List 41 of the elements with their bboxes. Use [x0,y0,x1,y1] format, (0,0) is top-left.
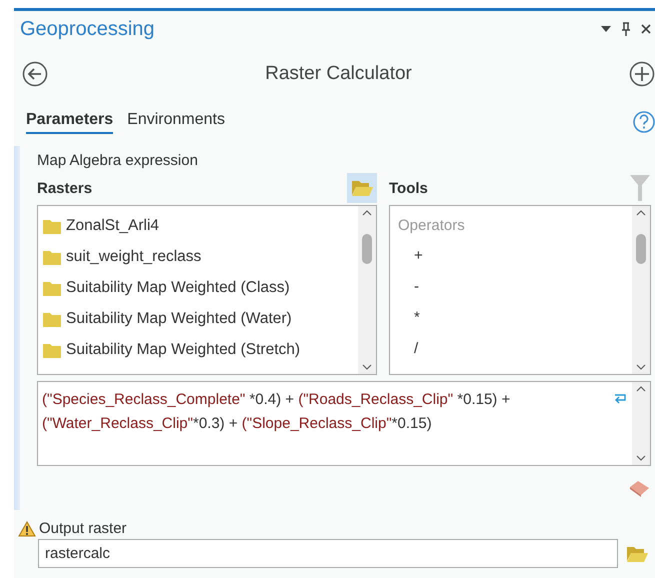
tab[interactable]: Parameters [26,110,114,134]
output-label: Output raster [39,520,127,537]
scroll-down-icon[interactable] [636,364,646,370]
raster-item[interactable]: Suitability Map Weighted (Water) [42,303,358,334]
eraser-icon[interactable] [627,478,651,498]
operator-item[interactable]: - [394,271,632,302]
scroll-up-icon[interactable] [636,386,646,392]
tools-label: Tools [389,180,428,196]
scrollbar[interactable] [632,382,650,465]
rasters-label: Rasters [37,180,92,196]
help-icon[interactable] [633,111,655,133]
operator-item[interactable]: / [394,333,632,364]
raster-item[interactable]: ZonalSt_Arli4 [42,210,358,241]
pane-title: Geoprocessing [20,18,155,40]
scroll-up-icon[interactable] [362,210,372,216]
operator-item[interactable]: + [394,240,632,271]
scrollbar[interactable] [358,206,376,374]
output-field[interactable]: rastercalc [38,539,618,568]
tool-title: Raster Calculator [265,63,412,85]
folder-icon [626,544,648,562]
operator-item[interactable]: * [394,302,632,333]
raster-item[interactable]: Suitability Map Weighted (Class) [42,272,358,303]
scroll-up-icon[interactable] [636,210,646,216]
back-icon[interactable] [22,61,48,87]
raster-item[interactable]: suit_weight_reclass [42,241,358,272]
pin-icon[interactable] [621,22,631,36]
wrap-icon[interactable] [614,392,628,404]
scroll-thumb[interactable] [362,234,372,264]
group-heading: Operators [397,216,466,236]
expression-field[interactable]: ("Species_Reclass_Complete" *0.4) + ("Roads_Reclass_Clip" *0.15) + ("Water_Reclass_Clip"*0.3) + ("Slope_Reclass_Clip"*0.15) [37,381,651,466]
dropdown-icon[interactable] [601,26,611,32]
tab[interactable]: Environments [127,110,225,134]
scrollbar[interactable] [632,206,650,374]
raster-item[interactable]: Suitability Map Weighted (Stretch) [42,334,358,365]
section-label: Map Algebra expression [37,152,199,169]
scroll-down-icon[interactable] [362,364,372,370]
scroll-thumb[interactable] [636,234,646,264]
scroll-down-icon[interactable] [636,455,646,461]
add-icon[interactable] [629,61,655,87]
close-icon[interactable] [641,24,651,34]
folder-icon [351,179,373,197]
